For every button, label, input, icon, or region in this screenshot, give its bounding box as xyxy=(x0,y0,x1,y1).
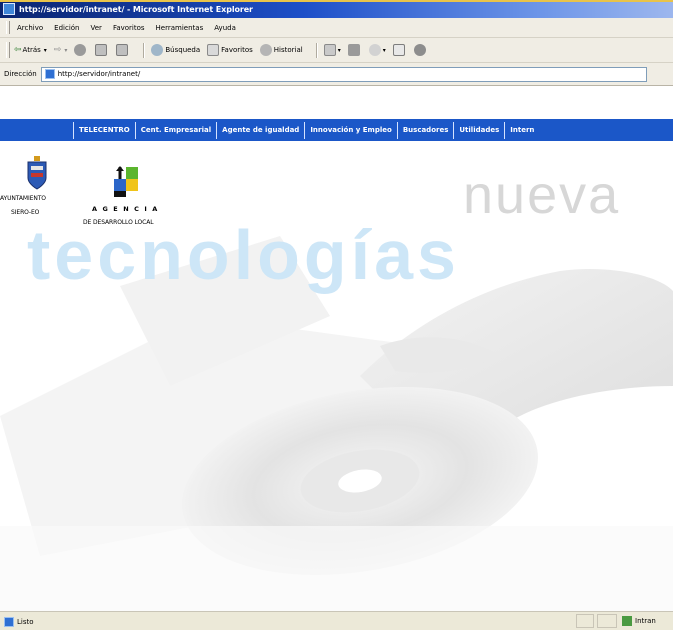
menu-item-edicion[interactable]: Edición xyxy=(54,24,79,32)
site-nav: TELECENTRO Cent. Empresarial Agente de i… xyxy=(0,119,673,141)
edit-button[interactable] xyxy=(392,44,407,56)
favorites-button[interactable]: Favoritos xyxy=(207,44,253,56)
nav-item-internet[interactable]: Intern xyxy=(504,121,539,139)
toolbar-grip[interactable] xyxy=(6,42,10,58)
status-bar: Listo Intran xyxy=(0,611,673,630)
home-icon xyxy=(116,44,129,56)
address-label: Dirección xyxy=(4,70,37,78)
history-button[interactable]: Historial xyxy=(259,44,303,56)
home-button[interactable] xyxy=(116,44,130,56)
menu-grip[interactable] xyxy=(6,21,10,34)
agencia-sublabel: DE DESARROLLO LOCAL xyxy=(83,219,154,226)
ayuntamiento-sublabel: SIERO-EO xyxy=(11,209,40,216)
favorites-icon xyxy=(207,44,220,56)
title-bar-accent xyxy=(0,0,673,2)
mail-icon xyxy=(323,44,336,56)
page-icon xyxy=(44,69,55,79)
back-dropdown-icon[interactable]: ▾ xyxy=(44,47,47,54)
ayuntamiento-logo[interactable]: AYUNTAMIENTO SIERO-EO xyxy=(0,153,70,243)
agencia-logo-icon xyxy=(114,166,138,197)
nav-item-innovacion-empleo[interactable]: Innovación y Empleo xyxy=(304,121,397,139)
address-input[interactable]: http://servidor/intranet/ xyxy=(40,66,647,82)
messenger-icon xyxy=(368,44,381,56)
address-url[interactable]: http://servidor/intranet/ xyxy=(58,70,140,78)
edit-icon xyxy=(392,44,405,56)
menu-item-favoritos[interactable]: Favoritos xyxy=(113,24,145,32)
mail-button[interactable]: ▾ xyxy=(323,44,341,56)
status-page-icon xyxy=(4,616,14,627)
search-button[interactable]: Búsqueda xyxy=(151,44,200,56)
mail-dropdown-icon[interactable]: ▾ xyxy=(338,47,341,54)
nav-item-cent-empresarial[interactable]: Cent. Empresarial xyxy=(134,121,216,139)
stop-button[interactable] xyxy=(74,44,88,56)
menu-item-herramientas[interactable]: Herramientas xyxy=(156,24,204,32)
nav-item-buscadores[interactable]: Buscadores xyxy=(396,121,454,139)
intranet-zone-icon xyxy=(622,616,632,626)
back-arrow-icon: ⇦ xyxy=(14,45,22,55)
toolbar: ⇦ Atrás ▾ ⇨ ▾ Búsqueda Favoritos Histori… xyxy=(0,38,673,63)
security-zone: Intran xyxy=(622,614,656,628)
forward-arrow-icon: ⇨ xyxy=(53,45,62,55)
back-button[interactable]: ⇦ Atrás ▾ xyxy=(14,45,47,55)
history-button-label: Historial xyxy=(273,46,303,54)
slogan-nueva: nueva xyxy=(463,165,621,225)
agencia-label: A G E N C I A xyxy=(92,205,159,213)
refresh-icon xyxy=(95,44,108,56)
address-bar: Dirección http://servidor/intranet/ xyxy=(0,63,673,86)
status-text: Listo xyxy=(17,617,34,626)
coat-of-arms-icon xyxy=(27,156,47,190)
print-icon xyxy=(347,44,360,56)
toolbar-separator xyxy=(143,42,146,58)
nav-item-telecentro[interactable]: TELECENTRO xyxy=(73,121,135,139)
window-title: http://servidor/intranet/ - Microsoft In… xyxy=(19,4,253,14)
menu-bar: Archivo Edición Ver Favoritos Herramient… xyxy=(0,18,673,38)
print-button[interactable] xyxy=(347,44,362,56)
toolbar-separator-2 xyxy=(315,42,318,58)
status-panel-1 xyxy=(576,614,594,628)
people-icon xyxy=(413,44,426,56)
stop-icon xyxy=(74,44,87,56)
ayuntamiento-label: AYUNTAMIENTO xyxy=(0,195,46,202)
menu-item-archivo[interactable]: Archivo xyxy=(17,24,43,32)
search-icon xyxy=(151,44,164,56)
browser-window: http://servidor/intranet/ - Microsoft In… xyxy=(0,0,673,630)
menu-item-ayuda[interactable]: Ayuda xyxy=(214,24,236,32)
ie-icon xyxy=(3,3,15,15)
page-content: nueva tecnologías TELECENTRO Cent. Empre… xyxy=(0,86,673,611)
messenger-dropdown-icon[interactable]: ▾ xyxy=(383,47,386,54)
refresh-button[interactable] xyxy=(95,44,109,56)
search-button-label: Búsqueda xyxy=(165,46,201,54)
forward-dropdown-icon[interactable]: ▾ xyxy=(64,47,67,54)
menu-item-ver[interactable]: Ver xyxy=(91,24,102,32)
nav-item-utilidades[interactable]: Utilidades xyxy=(453,121,504,139)
forward-button[interactable]: ⇨ ▾ xyxy=(54,45,68,55)
status-panel-2 xyxy=(597,614,617,628)
messenger-button[interactable]: ▾ xyxy=(368,44,386,56)
zone-label: Intran xyxy=(635,617,656,625)
favorites-button-label: Favoritos xyxy=(221,46,253,54)
title-bar: http://servidor/intranet/ - Microsoft In… xyxy=(0,0,673,18)
nav-item-agente-igualdad[interactable]: Agente de igualdad xyxy=(216,121,304,139)
agencia-logo[interactable]: A G E N C I A DE DESARROLLO LOCAL xyxy=(70,160,190,250)
history-icon xyxy=(259,44,272,56)
discuss-button[interactable] xyxy=(413,44,428,56)
back-button-label: Atrás xyxy=(22,46,41,54)
